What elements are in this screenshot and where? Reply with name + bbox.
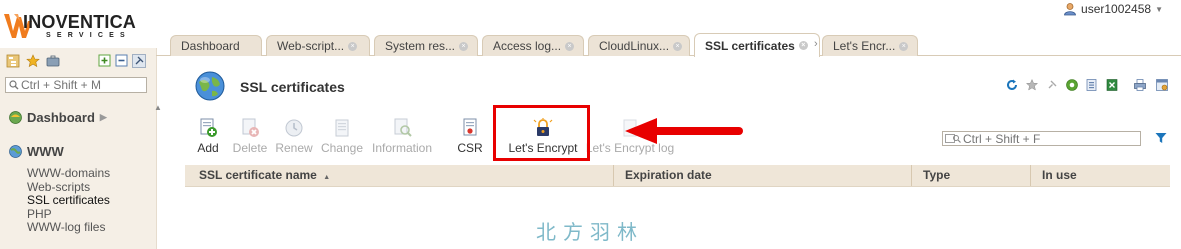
chevron-right-icon: › [814, 38, 818, 50]
sidebar-item-www-domains[interactable]: WWW-domains [27, 166, 110, 181]
information-icon [394, 118, 412, 137]
tab-label: CloudLinux... [599, 39, 670, 53]
csr-button[interactable]: CSR [456, 118, 484, 155]
sidebar-item-ssl-certificates[interactable]: SSL certificates [27, 194, 110, 208]
tree-view-icon[interactable] [6, 54, 20, 68]
change-button[interactable]: Change [320, 118, 364, 155]
column-divider[interactable] [613, 165, 614, 186]
renew-button-label: Renew [275, 141, 313, 155]
sidebar-search-input[interactable] [21, 78, 145, 92]
renew-icon [285, 119, 303, 137]
tab-system-resources[interactable]: System res... × [374, 35, 478, 56]
red-arrow-icon [625, 118, 743, 144]
delete-button-label: Delete [232, 141, 268, 155]
excel-icon[interactable] [1106, 79, 1118, 91]
globe-icon [195, 71, 225, 101]
table-header: SSL certificate name ▲ Expiration date T… [185, 165, 1170, 187]
search-icon [9, 80, 19, 90]
dashboard-icon [9, 111, 22, 124]
change-icon [335, 119, 349, 137]
add-certificate-icon [200, 118, 217, 137]
csr-icon [463, 118, 477, 136]
column-divider[interactable] [911, 165, 912, 186]
sidebar-item-www[interactable]: WWW [9, 144, 64, 159]
star-icon[interactable] [1026, 79, 1038, 91]
tab-label: SSL certificates [705, 38, 795, 53]
tab-label: Access log... [493, 39, 562, 53]
close-icon[interactable]: × [899, 41, 909, 51]
refresh-icon[interactable] [1006, 79, 1018, 91]
change-button-label: Change [320, 141, 364, 155]
information-button[interactable]: Information [371, 118, 433, 155]
sort-ascending-icon: ▲ [323, 174, 331, 181]
delete-certificate-icon [242, 118, 259, 137]
tab-label: Let's Encr... [833, 39, 896, 53]
tab-dashboard[interactable]: Dashboard [170, 35, 262, 56]
sidebar-toolbar [6, 54, 152, 70]
www-submenu: WWW-domains Web-scripts SSL certificates… [27, 166, 110, 235]
help-icon[interactable] [1066, 79, 1078, 91]
add-button-label: Add [197, 141, 219, 155]
collapse-all-icon[interactable] [115, 54, 129, 68]
information-button-label: Information [371, 141, 433, 155]
tab-label: System res... [385, 39, 456, 53]
search-field-icon [945, 134, 961, 143]
briefcase-icon[interactable] [46, 54, 60, 68]
logo-subtitle: SERVICES [46, 32, 131, 39]
column-in-use[interactable]: In use [1042, 165, 1077, 186]
sidebar-search[interactable] [5, 77, 147, 93]
sidebar-item-web-scripts[interactable]: Web-scripts [27, 180, 110, 195]
delete-button[interactable]: Delete [231, 118, 269, 155]
column-ssl-certificate-name[interactable]: SSL certificate name ▲ [199, 165, 330, 186]
user-menu[interactable]: user1002458 ▼ [1063, 0, 1163, 18]
settings-table-icon[interactable] [1156, 79, 1168, 91]
tab-access-log[interactable]: Access log... × [482, 35, 584, 56]
sidebar-item-dashboard[interactable]: Dashboard ▶ [9, 110, 107, 125]
chevron-down-icon: ▼ [1155, 4, 1163, 14]
close-icon[interactable]: × [673, 41, 683, 51]
sidebar-item-label: WWW [27, 144, 64, 159]
print-icon[interactable] [1134, 79, 1146, 91]
filter-icon[interactable] [1155, 132, 1167, 144]
star-icon[interactable] [26, 54, 40, 68]
column-divider[interactable] [1030, 165, 1031, 186]
tab-cloudlinux[interactable]: CloudLinux... × [588, 35, 690, 56]
add-button[interactable]: Add [194, 118, 222, 155]
pin-icon[interactable] [1046, 79, 1058, 91]
sidebar-item-label: Dashboard [27, 110, 95, 125]
column-expiration-date[interactable]: Expiration date [625, 165, 712, 186]
globe-icon [9, 145, 22, 158]
close-icon[interactable]: × [565, 41, 575, 51]
export-icon[interactable] [1086, 79, 1098, 91]
close-icon[interactable]: × [348, 41, 358, 51]
filter-input[interactable] [963, 132, 1139, 145]
sidebar-item-www-log-files[interactable]: WWW-log files [27, 221, 110, 235]
sidebar-scroll-up-icon[interactable]: ▲ [154, 103, 162, 112]
close-icon[interactable]: × [798, 41, 808, 50]
tab-label: Web-script... [277, 39, 345, 53]
expand-all-icon[interactable] [98, 54, 112, 68]
sidebar-item-php[interactable]: PHP [27, 207, 110, 222]
close-icon[interactable]: × [459, 41, 469, 51]
inoventica-logo: INOVENTICA SERVICES [4, 11, 154, 39]
tab-web-scripts[interactable]: Web-script... × [266, 35, 370, 56]
chevron-right-icon: ▶ [99, 112, 107, 122]
pin-icon[interactable] [132, 54, 146, 68]
filter-search[interactable] [942, 131, 1141, 146]
csr-button-label: CSR [457, 141, 483, 155]
column-label: SSL certificate name [199, 168, 317, 182]
user-name: user1002458 [1081, 2, 1152, 16]
user-icon [1064, 3, 1076, 16]
watermark: 北方羽林 [536, 220, 644, 244]
tab-ssl-certificates[interactable]: SSL certificates × [694, 33, 820, 57]
highlight-box [493, 105, 590, 161]
tab-lets-encrypt[interactable]: Let's Encr... × [822, 35, 918, 56]
column-type[interactable]: Type [923, 165, 950, 186]
logo-brand-name: INOVENTICA [23, 12, 137, 32]
page-title: SSL certificates [240, 79, 345, 95]
tab-label: Dashboard [181, 39, 240, 53]
renew-button[interactable]: Renew [275, 118, 313, 155]
